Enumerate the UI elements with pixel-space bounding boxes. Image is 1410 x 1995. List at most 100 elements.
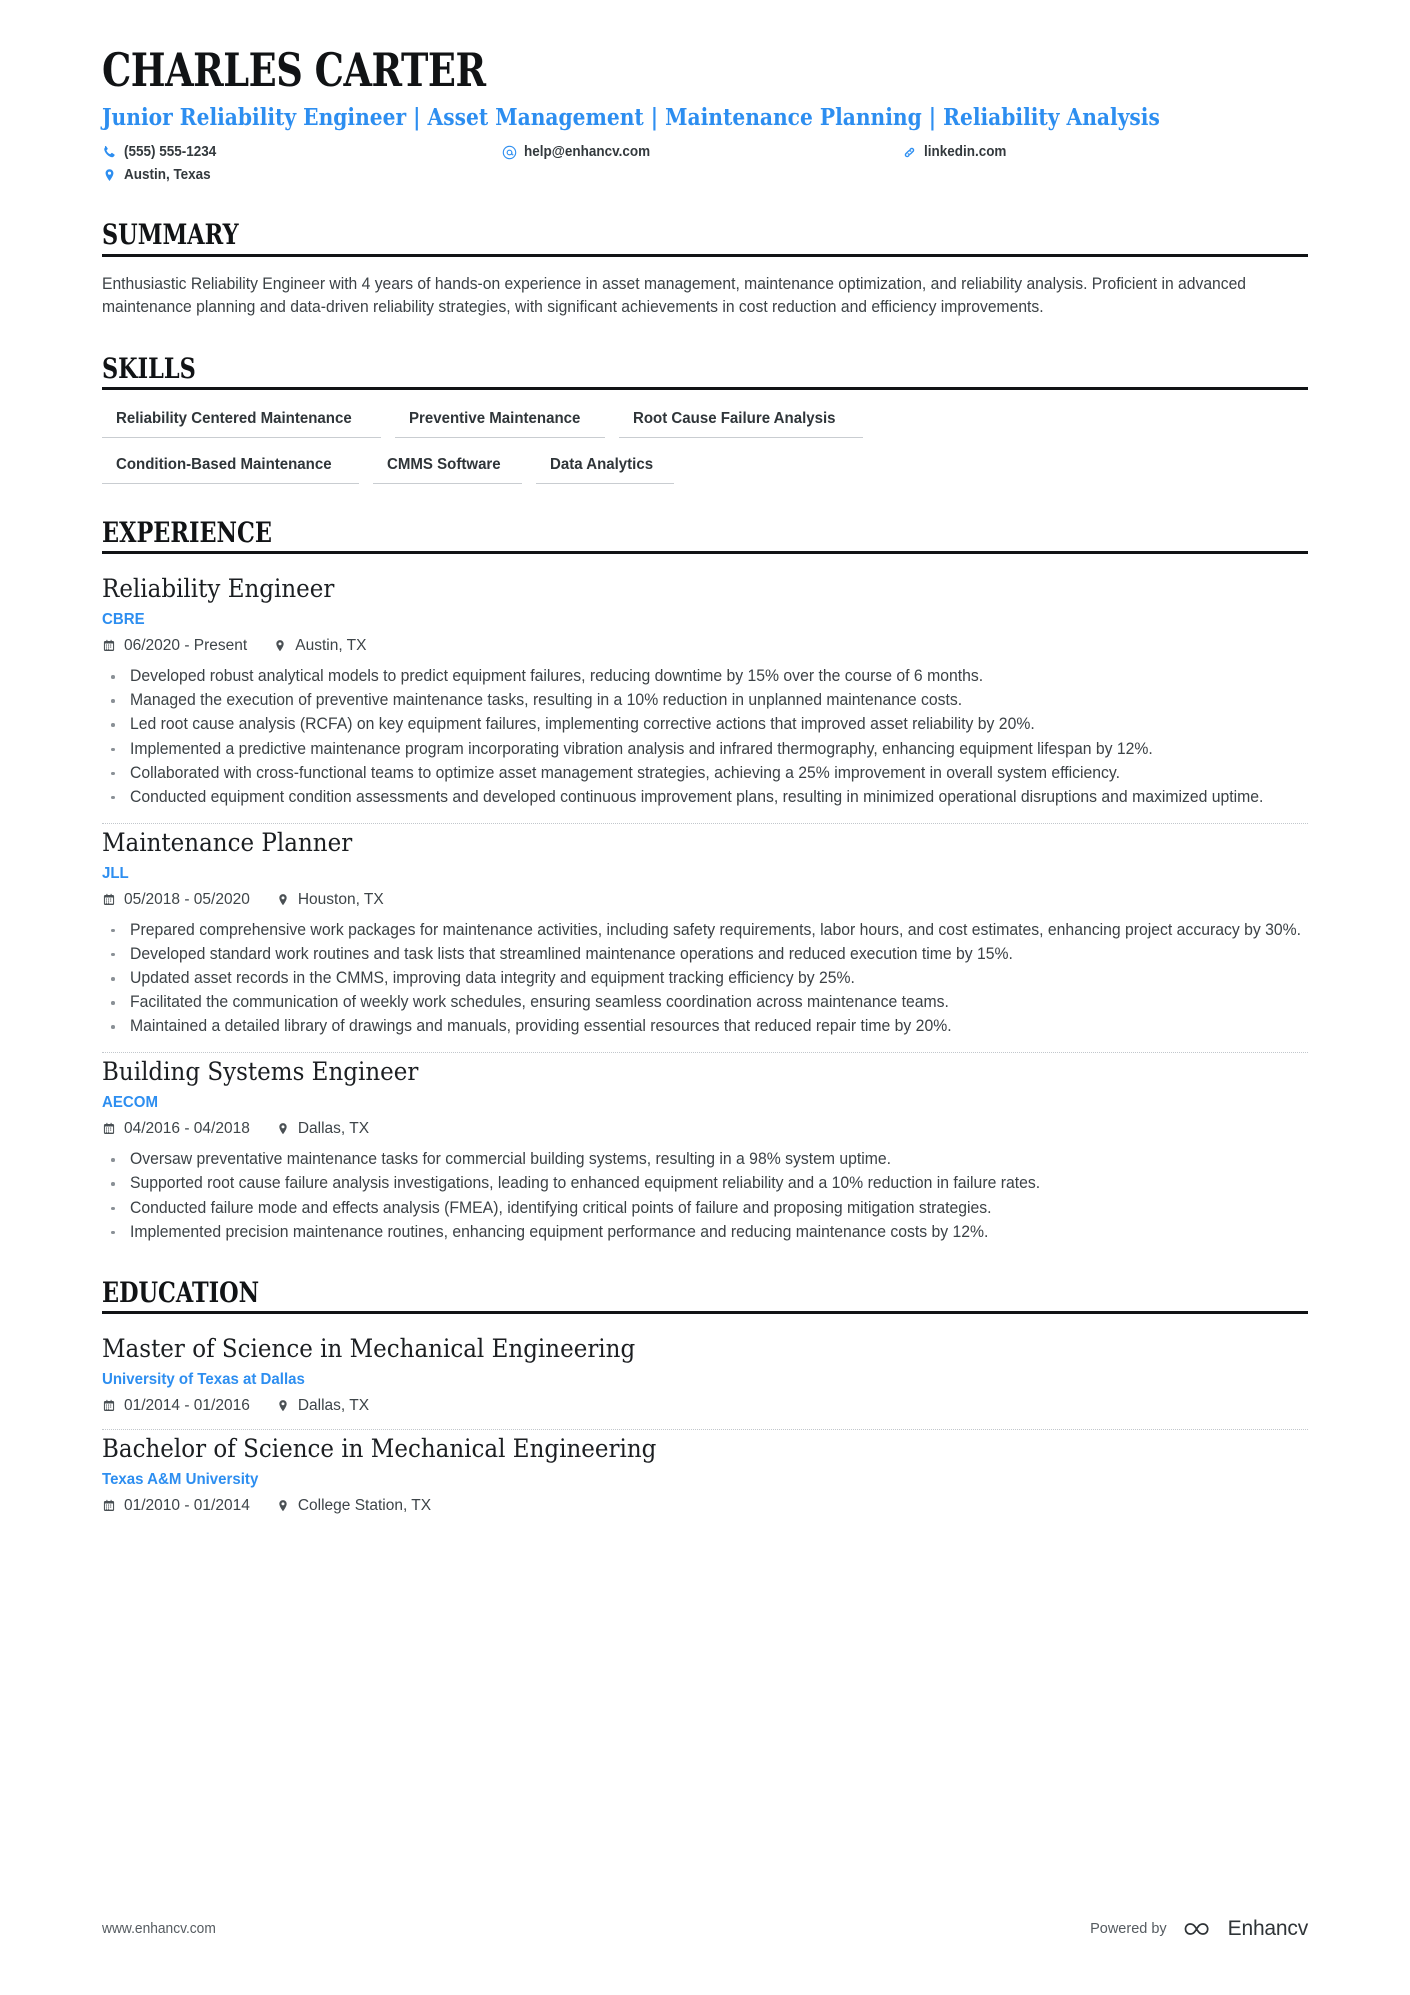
enhancv-wordmark: Enhancv: [1227, 1917, 1309, 1940]
job-meta: 06/2020 - Present Austin, TX: [102, 637, 1308, 655]
bullet-item: Supported root cause failure analysis in…: [102, 1172, 1308, 1195]
bullet-item: Managed the execution of preventive main…: [102, 689, 1308, 712]
section-summary: SUMMARY Enthusiastic Reliability Enginee…: [102, 220, 1308, 319]
job-title: Reliability Engineer: [102, 574, 335, 604]
skill-chip-label: CMMS Software: [387, 455, 502, 473]
education-entry: Master of Science in Mechanical Engineer…: [102, 1330, 1308, 1415]
enhancv-logo[interactable]: Enhancv: [1179, 1917, 1308, 1941]
calendar-icon: [102, 1499, 116, 1513]
resume-header: CHARLES CARTER Junior Reliability Engine…: [102, 43, 1308, 186]
calendar-icon: [102, 639, 116, 653]
education-location: Dallas, TX: [276, 1397, 369, 1415]
section-summary-body: Enthusiastic Reliability Engineer with 4…: [102, 273, 1308, 320]
skill-chip: Reliability Centered Maintenance: [102, 406, 381, 438]
section-experience-title: EXPERIENCE: [102, 515, 272, 549]
skill-chip: Condition-Based Maintenance: [102, 452, 360, 484]
education-dates-value: 01/2010 - 01/2014: [124, 1497, 250, 1515]
skill-chip: CMMS Software: [373, 452, 523, 484]
job-bullets: Oversaw preventative maintenance tasks f…: [102, 1148, 1308, 1243]
enhancv-mark-icon: [1184, 1923, 1209, 1935]
job-dates-value: 04/2016 - 04/2018: [124, 1120, 250, 1138]
contact-location-value: Austin, Texas: [124, 166, 211, 183]
job-location: Houston, TX: [276, 891, 384, 909]
job-dates: 04/2016 - 04/2018: [102, 1120, 250, 1138]
bullet-item: Conducted failure mode and effects analy…: [102, 1197, 1308, 1220]
education-dates: 01/2010 - 01/2014: [102, 1497, 250, 1515]
section-skills-body: Reliability Centered Maintenance Prevent…: [102, 406, 1308, 484]
skills-row: Condition-Based Maintenance CMMS Softwar…: [102, 452, 1308, 484]
calendar-icon: [102, 1399, 116, 1413]
link-icon: [902, 145, 917, 160]
contact-phone-value: (555) 555-1234: [124, 144, 217, 161]
section-education-body: Master of Science in Mechanical Engineer…: [102, 1330, 1308, 1515]
job-location-value: Houston, TX: [297, 890, 384, 908]
section-experience: EXPERIENCE Reliability Engineer CBRE 06/…: [102, 518, 1308, 1244]
job-dates: 05/2018 - 05/2020: [102, 891, 250, 909]
location-icon: [276, 1399, 290, 1413]
company-name[interactable]: AECOM: [102, 1094, 1236, 1112]
education-dates: 01/2014 - 01/2016: [102, 1397, 250, 1415]
contact-email[interactable]: help@enhancv.com: [502, 141, 902, 163]
location-icon: [273, 639, 287, 653]
education-location-value: Dallas, TX: [297, 1397, 370, 1415]
location-icon: [102, 168, 117, 183]
contact-phone[interactable]: (555) 555-1234: [102, 141, 502, 163]
page-top-edge: [0, 0, 1410, 9]
section-skills: SKILLS Reliability Centered Maintenance …: [102, 351, 1308, 484]
job-location-value: Dallas, TX: [297, 1120, 370, 1138]
job-bullets: Prepared comprehensive work packages for…: [102, 919, 1308, 1038]
job-dates-value: 05/2018 - 05/2020: [124, 890, 250, 908]
powered-by-label: Powered by: [1090, 1921, 1167, 1937]
job-dates: 06/2020 - Present: [102, 637, 247, 655]
bullet-item: Prepared comprehensive work packages for…: [102, 919, 1308, 942]
location-icon: [276, 1122, 290, 1136]
bullet-item: Oversaw preventative maintenance tasks f…: [102, 1148, 1308, 1171]
candidate-name: CHARLES CARTER: [102, 43, 486, 97]
school-name[interactable]: University of Texas at Dallas: [102, 1371, 1236, 1389]
job-title: Maintenance Planner: [102, 827, 353, 857]
education-meta: 01/2010 - 01/2014 College Station, TX: [102, 1497, 1308, 1515]
phone-icon: [102, 145, 117, 160]
bullet-item: Implemented a predictive maintenance pro…: [102, 738, 1308, 761]
skills-list: Reliability Centered Maintenance Prevent…: [102, 406, 1308, 484]
email-icon: [502, 145, 517, 160]
bullet-item: Maintained a detailed library of drawing…: [102, 1015, 1308, 1038]
bullet-item: Developed standard work routines and tas…: [102, 943, 1308, 966]
skill-chip-label: Condition-Based Maintenance: [116, 455, 332, 473]
experience-entry: Building Systems Engineer AECOM 04/2016 …: [102, 1053, 1308, 1243]
experience-entry: Reliability Engineer CBRE 06/2020 - Pres…: [102, 570, 1308, 809]
job-dates-value: 06/2020 - Present: [124, 637, 248, 655]
footer-website[interactable]: www.enhancv.com: [102, 1921, 216, 1937]
candidate-headline: Junior Reliability Engineer | Asset Mana…: [102, 102, 1160, 131]
company-name[interactable]: JLL: [102, 865, 1236, 883]
skill-chip-label: Data Analytics: [550, 455, 654, 473]
contact-location: Austin, Texas: [102, 164, 502, 186]
bullet-item: Collaborated with cross-functional teams…: [102, 762, 1308, 785]
skill-chip-label: Root Cause Failure Analysis: [633, 409, 836, 427]
degree-title: Master of Science in Mechanical Engineer…: [102, 1334, 636, 1364]
contact-row-secondary: Austin, Texas: [102, 164, 1308, 186]
section-skills-title: SKILLS: [102, 351, 196, 385]
company-name[interactable]: CBRE: [102, 611, 1236, 629]
school-name[interactable]: Texas A&M University: [102, 1471, 1236, 1489]
education-location-value: College Station, TX: [297, 1497, 432, 1515]
summary-text: Enthusiastic Reliability Engineer with 4…: [102, 274, 1247, 317]
education-location: College Station, TX: [276, 1497, 431, 1515]
page-footer: www.enhancv.com Powered by Enhancv: [80, 1917, 1330, 1941]
job-bullets: Developed robust analytical models to pr…: [102, 665, 1308, 809]
bullet-item: Developed robust analytical models to pr…: [102, 665, 1308, 688]
skill-chip-label: Reliability Centered Maintenance: [116, 409, 352, 427]
section-skills-rule: [102, 386, 1308, 390]
location-icon: [276, 893, 290, 907]
footer-branding: Powered by Enhancv: [1090, 1917, 1308, 1941]
location-icon: [276, 1499, 290, 1513]
contact-email-value: help@enhancv.com: [524, 144, 651, 161]
job-meta: 05/2018 - 05/2020 Houston, TX: [102, 891, 1308, 909]
section-summary-title: SUMMARY: [102, 218, 239, 252]
job-meta: 04/2016 - 04/2018 Dallas, TX: [102, 1120, 1308, 1138]
resume-content: CHARLES CARTER Junior Reliability Engine…: [80, 43, 1330, 1515]
degree-title: Bachelor of Science in Mechanical Engine…: [102, 1434, 657, 1464]
section-education-rule: [102, 1311, 1308, 1315]
contact-linkedin[interactable]: linkedin.com: [902, 141, 1202, 163]
skill-chip: Root Cause Failure Analysis: [619, 406, 863, 438]
